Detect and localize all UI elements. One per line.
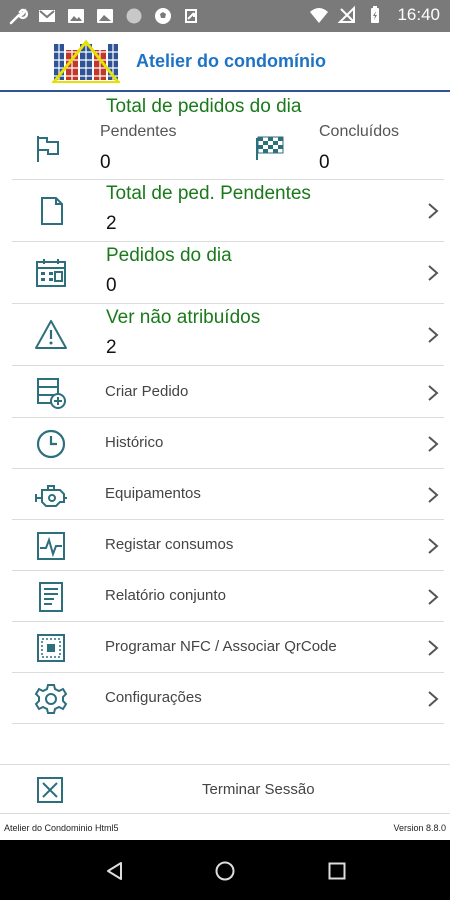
logout-button[interactable]: Terminar Sessão [0,764,450,814]
android-nav-bar [0,840,450,900]
clock-icon [36,429,66,459]
chevron-right-icon [428,691,439,707]
row-value: 0 [106,275,117,296]
row-label: Pedidos do dia [106,245,232,266]
menu-label: Equipamentos [105,485,201,502]
menu-label: Histórico [105,434,164,451]
menu-create-order[interactable]: Criar Pedido [12,367,444,418]
menu-register-consumption[interactable]: Registar consumos [12,520,444,571]
chevron-right-icon [428,385,439,401]
nfc-icon [37,634,65,662]
chevron-right-icon [428,327,439,343]
menu-joint-report[interactable]: Relatório conjunto [12,571,444,622]
menu-history[interactable]: Histórico [12,418,444,469]
recents-icon[interactable] [326,860,348,882]
photo-icon [68,9,84,23]
app-header: Atelier do condomínio [0,32,450,92]
circle-icon [126,8,142,24]
image-icon [97,9,113,23]
create-order-icon [37,378,66,409]
checkered-flag-icon [256,136,284,160]
row-value: 2 [106,337,117,358]
wifi-icon [310,8,329,23]
home-icon[interactable] [214,860,236,882]
pulse-icon [37,532,65,560]
row-orders-today[interactable]: Pedidos do dia 0 [12,242,444,304]
menu-label: Programar NFC / Associar QrCode [105,638,337,655]
calendar-icon [36,259,66,287]
chevron-right-icon [428,589,439,605]
logout-label: Terminar Sessão [202,781,315,798]
menu-equipment[interactable]: Equipamentos [12,469,444,520]
wrench-icon [9,8,28,25]
status-bar: 16:40 [0,0,450,32]
ball-icon [155,8,171,24]
status-time: 16:40 [397,5,440,24]
chevron-right-icon [428,487,439,503]
row-total-pending[interactable]: Total de ped. Pendentes 2 [12,180,444,242]
menu-label: Registar consumos [105,536,234,553]
daily-orders-summary: Total de pedidos do dia Pendentes 0 Conc… [12,92,444,180]
gmail-icon [39,10,55,22]
nfc-status-icon [185,9,197,23]
menu-settings[interactable]: Configurações [12,673,444,724]
done-label: Concluídos [319,123,400,140]
chevron-right-icon [428,538,439,554]
footer: Atelier do Condominio Html5 Version 8.8.… [0,816,450,840]
footer-version: Version 8.8.0 [393,823,446,833]
app-title: Atelier do condomínio [136,51,327,71]
pending-label: Pendentes [100,123,177,140]
chevron-right-icon [428,265,439,281]
warning-icon [35,320,67,349]
menu-label: Configurações [105,689,202,706]
document-icon [41,197,63,225]
gear-icon [34,684,68,714]
flag-icon [37,136,59,162]
menu-label: Relatório conjunto [105,587,226,604]
app-logo [52,40,120,83]
row-unassigned[interactable]: Ver não atribuídos 2 [12,304,444,366]
summary-title: Total de pedidos do dia [106,96,302,117]
chevron-right-icon [428,203,439,219]
pending-value: 0 [100,152,111,173]
signal-off-icon [338,5,356,23]
battery-icon [371,6,380,23]
chevron-right-icon [428,436,439,452]
row-value: 2 [106,213,117,234]
chevron-right-icon [428,640,439,656]
back-icon[interactable] [103,860,125,882]
footer-app-name: Atelier do Condominio Html5 [4,823,119,833]
menu-nfc-qrcode[interactable]: Programar NFC / Associar QrCode [12,622,444,673]
row-label: Ver não atribuídos [106,307,261,328]
menu-label: Criar Pedido [105,383,189,400]
close-box-icon [37,777,63,803]
row-label: Total de ped. Pendentes [106,183,311,204]
report-icon [39,582,63,612]
engine-icon [35,485,67,507]
done-value: 0 [319,152,330,173]
